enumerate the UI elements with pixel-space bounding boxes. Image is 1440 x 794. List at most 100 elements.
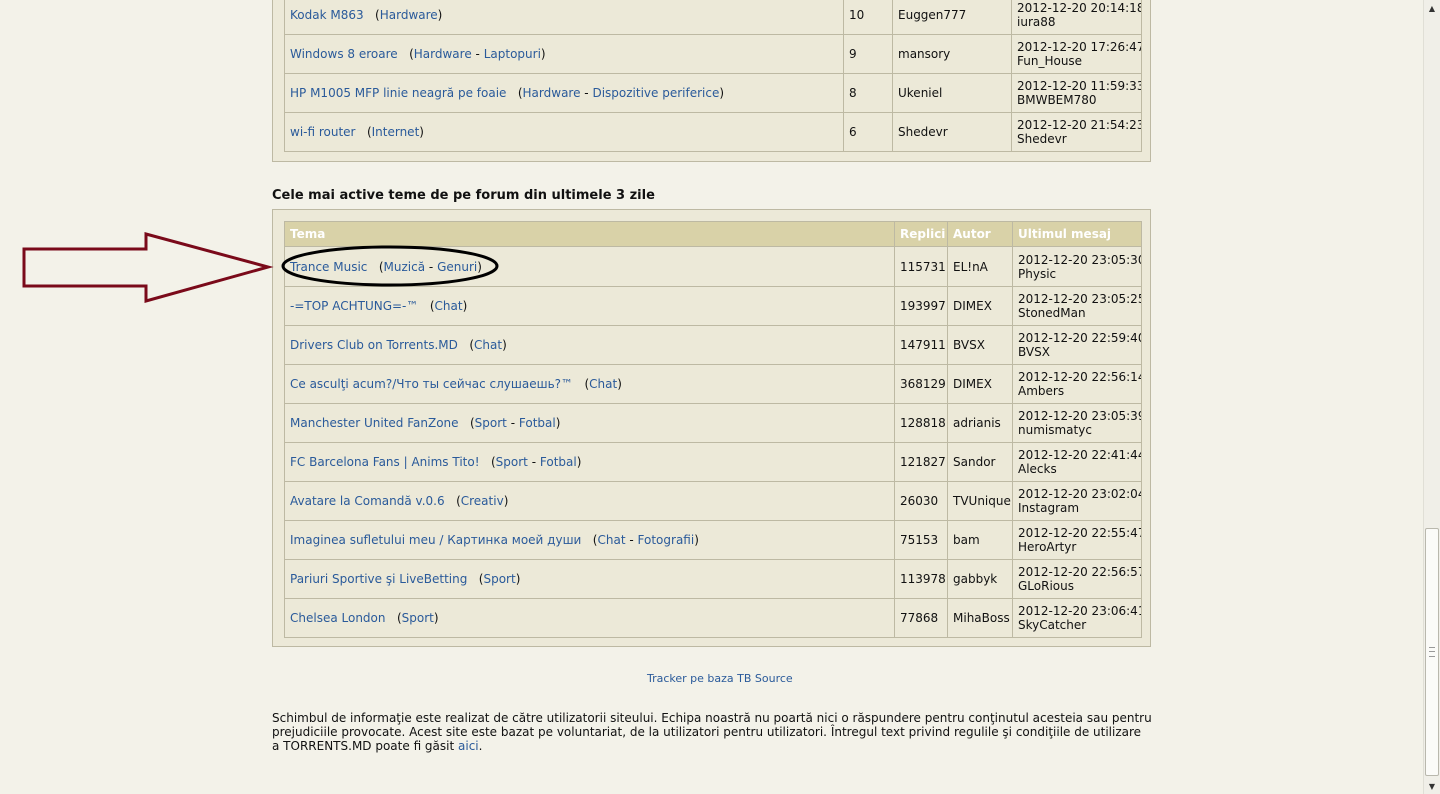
replies-cell: 9	[843, 34, 893, 74]
last-message-date: 2012-12-20 23:05:30	[1018, 252, 1142, 267]
author-cell: EL!nA	[947, 246, 1013, 287]
rules-link[interactable]: aici	[458, 739, 479, 753]
table-row: Imaginea sufletului meu / Картинка моей …	[284, 520, 1142, 560]
table-row: HP M1005 MFP linie neagră pe foaie (Hard…	[284, 73, 1142, 113]
topic-cell: Ce asculţi acum?/Что ты сейчас слушаешь?…	[284, 364, 895, 404]
topic-link[interactable]: Pariuri Sportive şi LiveBetting	[290, 572, 467, 586]
last-message-cell: 2012-12-20 22:55:47 HeroArtyr	[1012, 520, 1142, 560]
category-link[interactable]: Chat	[597, 533, 625, 547]
disclaimer-end: .	[478, 739, 483, 753]
last-message-user: BVSX	[1018, 345, 1050, 359]
disclaimer-text: Schimbul de informaţie este realizat de …	[272, 711, 1152, 753]
last-message-date: 2012-12-20 23:06:41	[1018, 604, 1142, 618]
last-message-user: Instagram	[1018, 501, 1080, 515]
scroll-thumb[interactable]	[1425, 528, 1439, 776]
topic-link[interactable]: Manchester United FanZone	[290, 416, 459, 430]
replies-cell: 113978	[894, 559, 948, 599]
tracker-source-link[interactable]: Tracker pe baza TB Source	[647, 672, 793, 685]
last-message-user: Physic	[1018, 266, 1057, 281]
category-link[interactable]: Sport	[475, 416, 507, 430]
category-link[interactable]: Creativ	[461, 494, 504, 508]
last-message-user: Fun_House	[1017, 54, 1083, 68]
category-link[interactable]: Internet	[372, 125, 420, 139]
replies-cell: 193997	[894, 286, 948, 326]
last-message-cell: 2012-12-20 23:02:04 Instagram	[1012, 481, 1142, 521]
replies-cell: 6	[843, 112, 893, 152]
last-message-user: numismatyc	[1018, 423, 1092, 437]
category-link[interactable]: Chat	[474, 338, 502, 352]
last-message-date: 2012-12-20 22:55:47	[1018, 526, 1142, 540]
topic-cell: Trance Music (Muzică - Genuri)	[284, 246, 895, 287]
category-link[interactable]: Sport	[496, 455, 528, 469]
vertical-scrollbar[interactable]: ▲ ▼	[1423, 0, 1440, 794]
author-cell: DIMEX	[947, 286, 1013, 326]
topic-link[interactable]: FC Barcelona Fans | Anims Tito!	[290, 455, 480, 469]
header-author: Autor	[947, 221, 1013, 247]
topic-cell: Windows 8 eroare (Hardware - Laptopuri)	[284, 34, 844, 74]
last-message-cell: 2012-12-20 23:05:25 StonedMan	[1012, 286, 1142, 326]
topic-link[interactable]: -=TOP ACHTUNG=-™	[290, 299, 418, 313]
last-message-cell: 2012-12-20 22:56:57 GLoRious	[1012, 559, 1142, 599]
last-message-cell: 2012-12-20 11:59:33 BMWBEM780	[1011, 73, 1142, 113]
topic-cell: Avatare la Comandă v.0.6 (Creativ)	[284, 481, 895, 521]
last-message-date: 2012-12-20 22:41:44	[1018, 448, 1142, 462]
last-message-date: 2012-12-20 23:05:25	[1018, 292, 1142, 306]
table-row: Pariuri Sportive şi LiveBetting (Sport) 1…	[284, 559, 1142, 599]
author-cell: Ukeniel	[892, 73, 1012, 113]
scroll-down-arrow-icon[interactable]: ▼	[1424, 778, 1440, 794]
last-message-cell: 2012-12-20 21:54:23 Shedevr	[1011, 112, 1142, 152]
last-message-date: 2012-12-20 17:26:47	[1017, 40, 1142, 54]
author-cell: BVSX	[947, 325, 1013, 365]
author-cell: MihaBoss	[947, 598, 1013, 638]
category-link[interactable]: Hardware	[523, 86, 581, 100]
author-cell: Sandor	[947, 442, 1013, 482]
category-link[interactable]: Genuri	[437, 260, 477, 274]
category-link[interactable]: Fotografii	[638, 533, 695, 547]
last-message-date: 2012-12-20 22:56:14	[1018, 370, 1142, 384]
category-link[interactable]: Sport	[483, 572, 515, 586]
category-link[interactable]: Chat	[589, 377, 617, 391]
table-row: Chelsea London (Sport) 77868 MihaBoss 2012-…	[284, 598, 1142, 638]
table-row: Avatare la Comandă v.0.6 (Creativ) 26030 T…	[284, 481, 1142, 521]
topic-link[interactable]: HP M1005 MFP linie neagră pe foaie	[290, 86, 506, 100]
table-row: Windows 8 eroare (Hardware - Laptopuri) 9…	[284, 34, 1142, 74]
category-link[interactable]: Fotbal	[519, 416, 556, 430]
topic-cell: Drivers Club on Torrents.MD (Chat)	[284, 325, 895, 365]
topic-link[interactable]: Drivers Club on Torrents.MD	[290, 338, 458, 352]
header-topic: Tema	[284, 221, 895, 247]
last-message-cell: 2012-12-20 23:06:41 SkyCatcher	[1012, 598, 1142, 638]
category-link[interactable]: Hardware	[380, 8, 438, 22]
category-link[interactable]: Muzică	[384, 260, 426, 274]
last-message-date: 2012-12-20 23:05:39	[1018, 409, 1142, 423]
table-row: wi-fi router (Internet) 6 Shedevr 2012-12-2…	[284, 112, 1142, 152]
replies-cell: 8	[843, 73, 893, 113]
category-link[interactable]: Fotbal	[540, 455, 577, 469]
category-link[interactable]: Laptopuri	[484, 47, 541, 61]
topic-link[interactable]: Chelsea London	[290, 611, 386, 625]
replies-cell: 77868	[894, 598, 948, 638]
author-cell: Shedevr	[892, 112, 1012, 152]
last-message-date: 2012-12-20 11:59:33	[1017, 79, 1142, 93]
topic-link[interactable]: Imaginea sufletului meu / Картинка моей …	[290, 533, 581, 547]
topic-link[interactable]: wi-fi router	[290, 125, 356, 139]
topic-link[interactable]: Kodak M863	[290, 8, 364, 22]
category-link[interactable]: Chat	[435, 299, 463, 313]
topic-link[interactable]: Trance Music	[290, 260, 367, 274]
topic-link[interactable]: Avatare la Comandă v.0.6	[290, 494, 445, 508]
last-message-date: 2012-12-20 22:59:40	[1018, 331, 1142, 345]
category-link[interactable]: Sport	[402, 611, 434, 625]
last-message-user: Ambers	[1018, 384, 1065, 398]
category-link[interactable]: Hardware	[414, 47, 472, 61]
last-message-user: StonedMan	[1018, 306, 1086, 320]
category-link[interactable]: Dispozitive periferice	[592, 86, 719, 100]
author-cell: Euggen777	[892, 0, 1012, 35]
replies-cell: 128818	[894, 403, 948, 443]
topic-link[interactable]: Ce asculţi acum?/Что ты сейчас слушаешь?…	[290, 377, 573, 391]
replies-cell: 115731	[894, 246, 948, 287]
table-row: Trance Music (Muzică - Genuri) 115731 EL!n…	[284, 246, 1142, 287]
last-message-user: SkyCatcher	[1018, 618, 1087, 632]
last-message-user: BMWBEM780	[1017, 93, 1097, 107]
last-message-cell: 2012-12-20 23:05:39 numismatyc	[1012, 403, 1142, 443]
topic-link[interactable]: Windows 8 eroare	[290, 47, 398, 61]
scroll-up-arrow-icon[interactable]: ▲	[1424, 0, 1440, 16]
